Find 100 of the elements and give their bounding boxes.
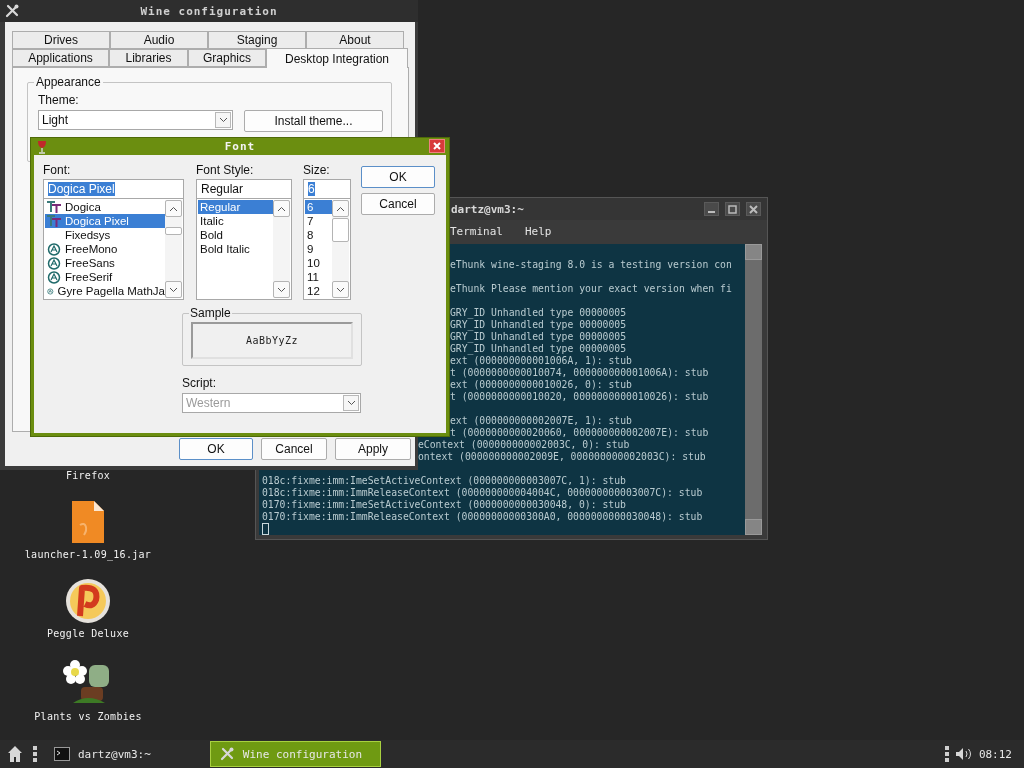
terminal-line: 0170:fixme:imm:ImmReleaseContext (00000000000300A0, 0000000000030048): stub [262, 511, 703, 523]
tab[interactable]: Audio [110, 31, 208, 49]
list-item-text: 6 [307, 201, 314, 213]
terminal-line: t (0000000000020060, 000000000002007E): stub [450, 427, 709, 439]
scrollbar[interactable] [273, 200, 290, 298]
menu-item[interactable]: Help [525, 224, 552, 238]
list-item[interactable]: Bold [198, 228, 273, 242]
group-title: Sample [189, 306, 232, 320]
volume-icon[interactable] [954, 747, 973, 761]
tools-icon [218, 746, 235, 762]
scroll-down-button[interactable] [332, 281, 349, 298]
tab[interactable]: Applications [12, 49, 109, 67]
terminal-line: GRY_ID Unhandled type 00000005 [450, 319, 627, 331]
terminal-line: eThunk Please mention your exact version when fi [450, 283, 732, 295]
chevron-up-icon [169, 205, 178, 212]
list-item[interactable]: Bold Italic [198, 242, 273, 256]
list-item[interactable]: 6 [305, 200, 332, 214]
sample-text: AaBbYyZz [245, 335, 299, 346]
list-box[interactable]: Dogica Dogica Pixel Fixedsys FreeMono FreeSans FreeSerif Gyre Pagella MathJa [43, 199, 184, 300]
scroll-thumb[interactable] [332, 218, 349, 242]
taskbar-button[interactable]: dartz@vm3:~ [45, 741, 160, 767]
tab[interactable]: Desktop Integration [266, 48, 408, 68]
opentype-icon [47, 256, 61, 270]
list-box[interactable]: Regular Italic Bold Bold Italic [196, 199, 292, 300]
dialog-button[interactable]: OK [361, 166, 435, 188]
scroll-down-button[interactable] [273, 281, 290, 298]
scroll-up-button[interactable] [273, 200, 290, 217]
scrollbar[interactable] [165, 200, 182, 298]
list-item-text: 10 [307, 257, 320, 269]
field-label: Script: [182, 376, 217, 390]
chevron-down-icon [169, 286, 178, 293]
start-menu-icon[interactable] [7, 745, 23, 763]
dialog-button[interactable]: Cancel [261, 438, 327, 460]
desktop-icon-label[interactable]: Firefox [65, 470, 111, 481]
handle-icon[interactable] [33, 745, 37, 763]
list-item[interactable]: Dogica Pixel [45, 214, 165, 228]
list-item[interactable]: Italic [198, 214, 273, 228]
install-theme-button[interactable]: Install theme... [244, 110, 383, 132]
list-item[interactable]: Dogica [45, 200, 165, 214]
list-item-text: 8 [307, 229, 314, 241]
close-button[interactable] [429, 139, 445, 153]
chevron-up-icon [336, 205, 345, 212]
list-item-text: Fixedsys [65, 229, 111, 241]
list-item-text: Gyre Pagella MathJa [57, 285, 165, 297]
terminal-line: ext (0000000000010026, 0): stub [450, 379, 632, 391]
tab[interactable]: Staging [208, 31, 306, 49]
file-icon [70, 499, 106, 545]
close-button[interactable] [746, 202, 761, 216]
tab[interactable]: Drives [12, 31, 110, 49]
list-box[interactable]: 6 7 8 9 10 11 12 [303, 199, 351, 300]
minimize-button[interactable] [704, 202, 719, 216]
terminal-line: 0170:fixme:imm:ImeSetActiveContext (0000000000030048, 0): stub [262, 499, 626, 511]
scroll-down-button[interactable] [165, 281, 182, 298]
terminal-line: ext (000000000002007E, 1): stub [450, 415, 632, 427]
ball-icon [65, 578, 111, 624]
dialog-button[interactable]: OK [179, 438, 253, 460]
theme-dropdown[interactable]: Light [38, 110, 233, 130]
dialog-button[interactable]: Cancel [361, 193, 435, 215]
list-item[interactable]: Fixedsys [45, 228, 165, 242]
terminal-line: GRY_ID Unhandled type 00000005 [450, 343, 627, 355]
close-icon [749, 204, 758, 214]
scroll-up-button[interactable] [165, 200, 182, 217]
tab[interactable]: Graphics [188, 49, 266, 67]
list-item[interactable]: 10 [305, 256, 332, 270]
list-item[interactable]: 8 [305, 228, 332, 242]
tab[interactable]: About [306, 31, 404, 49]
list-item[interactable]: 7 [305, 214, 332, 228]
list-item[interactable]: FreeMono [45, 242, 165, 256]
group-title: Appearance [34, 75, 103, 89]
font-size-field[interactable]: 6 [303, 179, 351, 199]
font-name-field[interactable]: Dogica Pixel [43, 179, 184, 199]
terminal-line: ontext (000000000002009E, 000000000002003C): stub [418, 451, 706, 463]
cursor [262, 523, 269, 535]
list-item-text: FreeSerif [65, 271, 113, 283]
list-item-text: FreeSans [65, 257, 115, 269]
maximize-icon [728, 204, 737, 214]
list-item[interactable]: FreeSans [45, 256, 165, 270]
dialog-button[interactable]: Apply [335, 438, 411, 460]
scroll-up-button[interactable] [332, 200, 349, 217]
desktop-icon-label[interactable]: launcher-1.09_16.jar [24, 549, 152, 560]
terminal-line: eContext (000000000002003C, 0): stub [418, 439, 630, 451]
list-item[interactable]: 12 [305, 284, 332, 298]
list-item[interactable]: Regular [198, 200, 273, 214]
minimize-icon [708, 211, 715, 213]
menu-item[interactable]: Terminal [450, 224, 503, 238]
maximize-button[interactable] [725, 202, 740, 216]
list-item[interactable]: FreeSerif [45, 270, 165, 284]
window-title: dartz@vm3:~ [451, 202, 524, 216]
list-item[interactable]: 11 [305, 270, 332, 284]
scrollbar[interactable] [332, 200, 349, 298]
scroll-thumb[interactable] [165, 227, 182, 235]
list-item[interactable]: Gyre Pagella MathJa [45, 284, 165, 298]
desktop-icon-label[interactable]: Plants vs Zombies [34, 711, 142, 722]
terminal-line: 018c:fixme:imm:ImeSetActiveContext (000000000003007C, 1): stub [262, 475, 626, 487]
tab[interactable]: Libraries [109, 49, 188, 67]
list-item[interactable]: 9 [305, 242, 332, 256]
desktop-icon-label[interactable]: Peggle Deluxe [46, 628, 130, 639]
handle-icon[interactable] [944, 745, 949, 763]
terminal-line: t (0000000000010020, 0000000000010026): stub [450, 391, 709, 403]
font-style-field[interactable]: Regular [196, 179, 292, 199]
